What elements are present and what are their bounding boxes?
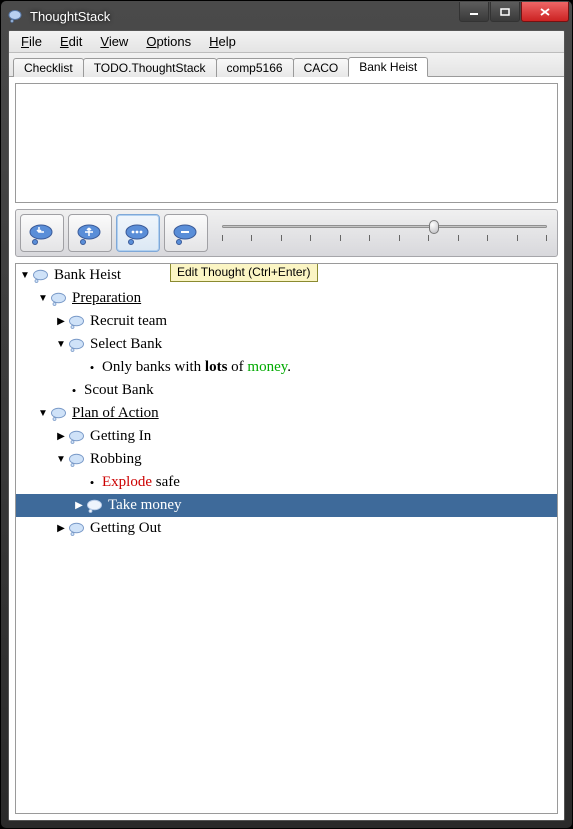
thought-bubble-icon (68, 315, 86, 329)
tree-row[interactable]: ▼ Preparation (16, 287, 557, 310)
expand-down-icon[interactable]: ▼ (38, 293, 48, 304)
thought-bubble-icon (68, 453, 86, 467)
tool-btn-2[interactable] (68, 214, 112, 252)
tree-panel[interactable]: Edit Thought (Ctrl+Enter) ▼ Bank Heist ▼ Pr… (15, 263, 558, 814)
window-frame: ThoughtStack FileEditViewOptionsHelp Che… (0, 0, 573, 829)
inner-frame: FileEditViewOptionsHelp ChecklistTODO.Th… (8, 30, 565, 821)
maximize-button[interactable] (490, 2, 520, 22)
tree-row[interactable]: ▼ Robbing (16, 448, 557, 471)
expand-down-icon[interactable]: ▼ (56, 454, 66, 465)
thought-bubble-icon (68, 338, 86, 352)
tree-row[interactable]: ▼ Plan of Action (16, 402, 557, 425)
tab-checklist[interactable]: Checklist (13, 58, 84, 77)
menu-help[interactable]: Help (201, 32, 244, 51)
tool-btn-4[interactable] (164, 214, 208, 252)
menu-view[interactable]: View (92, 32, 136, 51)
menu-edit[interactable]: Edit (52, 32, 90, 51)
tree-node-label: Preparation (72, 290, 141, 307)
expand-down-icon[interactable]: ▼ (38, 408, 48, 419)
tool-btn-1[interactable] (20, 214, 64, 252)
thought-bubble-icon (68, 522, 86, 536)
close-button[interactable] (521, 2, 569, 22)
menu-options[interactable]: Options (138, 32, 199, 51)
tooltip: Edit Thought (Ctrl+Enter) (170, 263, 318, 282)
slider-ticks (222, 235, 547, 241)
expand-right-icon[interactable]: ▶ (56, 431, 66, 442)
bullet-icon: • (86, 475, 98, 491)
tree-node-label: Only banks with lots of money. (102, 359, 291, 376)
tree-row[interactable]: ▶ Take money (16, 494, 557, 517)
tree-row[interactable]: •Scout Bank (16, 379, 557, 402)
tree-node-label: Plan of Action (72, 405, 159, 422)
thought-bubble-icon (32, 269, 50, 283)
expand-right-icon[interactable]: ▶ (56, 316, 66, 327)
window-controls (458, 2, 569, 22)
tab-caco[interactable]: CACO (293, 58, 350, 77)
tree-node-label: Bank Heist (54, 267, 121, 284)
tree-node-label: Scout Bank (84, 382, 154, 399)
thought-bubble-icon (86, 499, 104, 513)
tree-row[interactable]: ▶ Getting Out (16, 517, 557, 540)
slider-thumb[interactable] (429, 220, 439, 234)
expand-down-icon[interactable]: ▼ (56, 339, 66, 350)
titlebar[interactable]: ThoughtStack (2, 2, 571, 30)
tree-row[interactable]: ▼ Select Bank (16, 333, 557, 356)
thought-bubble-icon (50, 292, 68, 306)
bullet-icon: • (68, 383, 80, 399)
tab-comp5166[interactable]: comp5166 (216, 58, 294, 77)
content-area: Edit Thought (Ctrl+Enter) ▼ Bank Heist ▼ Pr… (9, 77, 564, 820)
tree-row[interactable]: •Only banks with lots of money. (16, 356, 557, 379)
expand-right-icon[interactable]: ▶ (74, 500, 84, 511)
tree-node-label: Explode safe (102, 474, 180, 491)
tab-bank-heist[interactable]: Bank Heist (348, 57, 428, 77)
app-icon (8, 9, 24, 23)
tree-node-label: Getting Out (90, 520, 161, 537)
tool-btn-edit[interactable] (116, 214, 160, 252)
thought-bubble-icon (68, 430, 86, 444)
zoom-slider[interactable] (222, 219, 547, 247)
tree-node-label: Getting In (90, 428, 151, 445)
tree-row[interactable]: •Explode safe (16, 471, 557, 494)
editor-panel[interactable] (15, 83, 558, 203)
tree-row[interactable]: ▶ Getting In (16, 425, 557, 448)
slider-track (222, 225, 547, 228)
window-title: ThoughtStack (30, 9, 110, 24)
minimize-button[interactable] (459, 2, 489, 22)
tree-row[interactable]: ▶ Recruit team (16, 310, 557, 333)
tree-node-label: Take money (108, 497, 182, 514)
expand-right-icon[interactable]: ▶ (56, 523, 66, 534)
menu-file[interactable]: File (13, 32, 50, 51)
tabbar: ChecklistTODO.ThoughtStackcomp5166CACOBa… (9, 53, 564, 77)
thought-bubble-icon (50, 407, 68, 421)
tree-node-label: Robbing (90, 451, 142, 468)
toolbar (15, 209, 558, 257)
tree-node-label: Recruit team (90, 313, 167, 330)
bullet-icon: • (86, 360, 98, 376)
tree-node-label: Select Bank (90, 336, 162, 353)
menubar: FileEditViewOptionsHelp (9, 31, 564, 53)
tab-todo-thoughtstack[interactable]: TODO.ThoughtStack (83, 58, 217, 77)
expand-down-icon[interactable]: ▼ (20, 270, 30, 281)
